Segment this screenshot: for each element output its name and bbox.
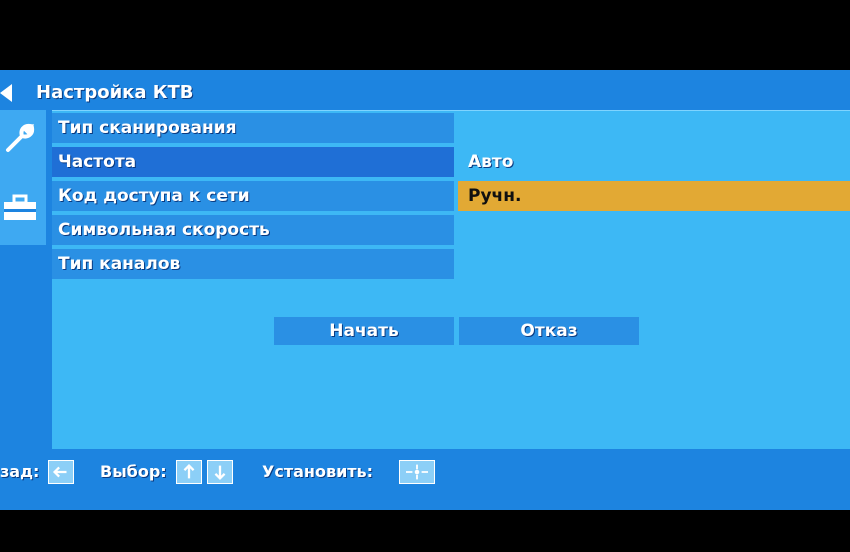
menu-row-scan-type[interactable]: Тип сканирования: [52, 113, 454, 143]
settings-screen: Настройка КТВ Тип сканирования Частота А…: [0, 70, 850, 510]
footer-back-label: зад:: [0, 462, 40, 481]
start-button[interactable]: Начать: [274, 317, 454, 345]
footer-set-label: Установить:: [262, 462, 374, 481]
wrench-icon[interactable]: [2, 120, 38, 156]
down-arrow-icon: [207, 460, 233, 484]
menu-row-network-access-code[interactable]: Код доступа к сети: [52, 181, 454, 211]
side-panel: [0, 110, 46, 245]
up-arrow-icon: [176, 460, 202, 484]
footer-help: зад: Выбор: Установить:: [0, 456, 850, 496]
left-arrow-icon[interactable]: [0, 84, 12, 102]
settings-panel: Тип сканирования Частота Авто Код доступ…: [52, 110, 850, 449]
frequency-value[interactable]: Авто: [468, 147, 513, 177]
title-bar: Настройка КТВ: [0, 78, 850, 108]
menu-row-symbol-rate[interactable]: Символьная скорость: [52, 215, 454, 245]
ok-center-icon: [399, 460, 435, 484]
page-title: Настройка КТВ: [36, 82, 194, 103]
toolbox-icon[interactable]: [2, 190, 38, 226]
left-arrow-key-icon: [48, 460, 74, 484]
footer-select-label: Выбор:: [100, 462, 167, 481]
cancel-button[interactable]: Отказ: [459, 317, 639, 345]
menu-row-frequency[interactable]: Частота: [52, 147, 454, 177]
menu-row-channel-type[interactable]: Тип каналов: [52, 249, 454, 279]
dropdown-option-manual[interactable]: Ручн.: [458, 181, 850, 211]
